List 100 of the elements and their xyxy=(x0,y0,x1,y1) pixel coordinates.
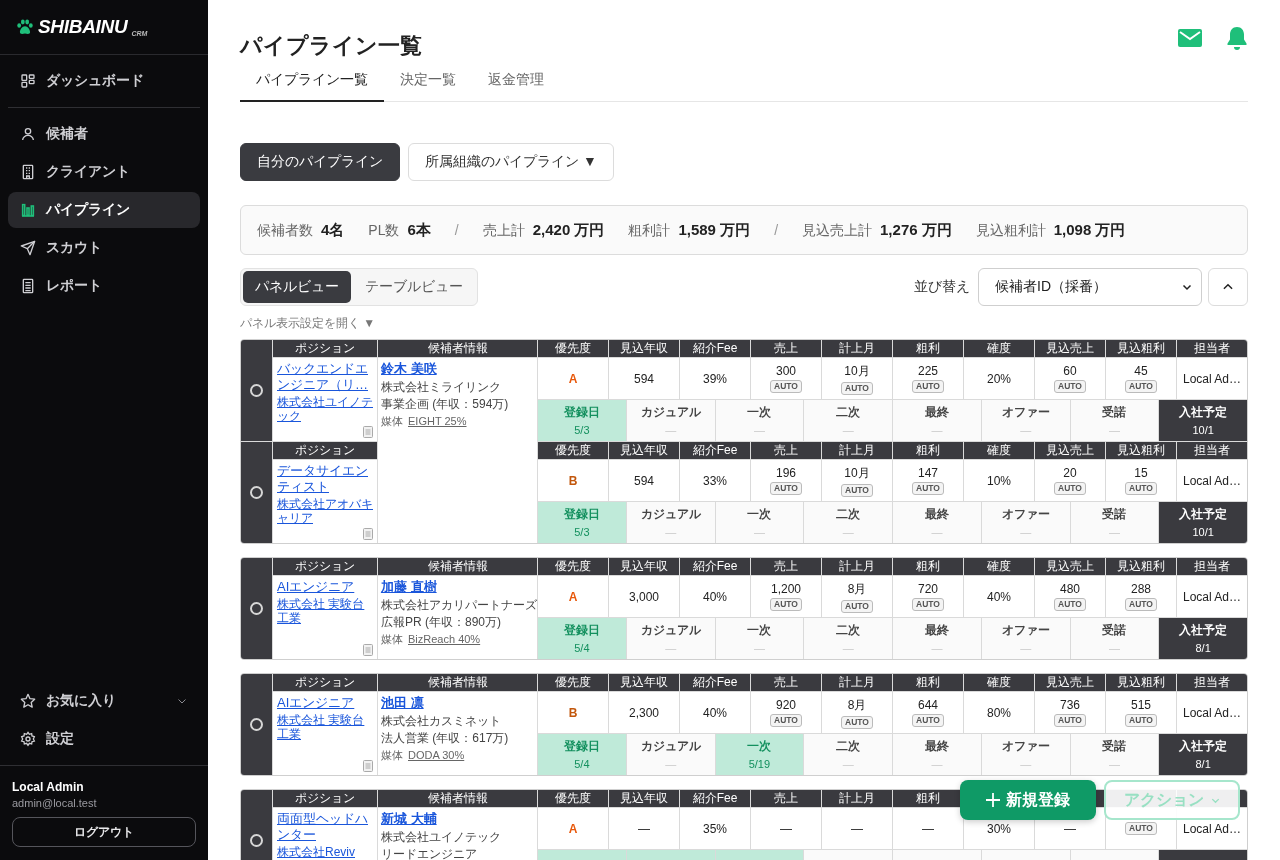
user-email: admin@local.test xyxy=(12,797,98,809)
candidate-link[interactable]: 池田 凛 xyxy=(381,695,424,711)
radio-button[interactable] xyxy=(250,602,263,615)
cell-value: 225 xyxy=(918,364,938,378)
logout-button[interactable]: ログアウト xyxy=(12,817,196,847)
scope-button[interactable]: 所属組織のパイプライン ▼ xyxy=(408,143,614,181)
client-link[interactable]: 株式会社 実験台工業 xyxy=(277,597,373,625)
stage-label: 受諾 xyxy=(1102,405,1127,420)
column-header: 計上月 xyxy=(822,442,892,459)
tab[interactable]: 決定一覧 xyxy=(384,60,472,102)
radio-button[interactable] xyxy=(250,486,263,499)
column-header: 紹介Fee xyxy=(680,340,750,357)
media-link[interactable]: EIGHT 25% xyxy=(408,415,467,428)
separator-text: / xyxy=(774,222,779,238)
mail-icon[interactable] xyxy=(1178,29,1202,47)
sort-select[interactable]: 候補者ID（採番） xyxy=(978,268,1202,306)
stage-label: 一次 xyxy=(747,405,772,420)
memo-icon[interactable] xyxy=(363,426,373,438)
auto-badge: AUTO xyxy=(841,381,873,395)
position-link[interactable]: AIエンジニア xyxy=(277,695,355,711)
nav-item[interactable]: レポート xyxy=(8,268,200,304)
stage-label: 最終 xyxy=(924,623,949,638)
stage-date: — xyxy=(842,526,854,538)
panel-settings-link[interactable]: パネル表示設定を開く ▼ xyxy=(240,315,1248,331)
stage-label: 登録日 xyxy=(563,405,600,420)
stage-label: 入社予定 xyxy=(1179,739,1228,754)
user-name: Local Admin xyxy=(12,780,85,794)
role-text: 事業企画 (年収：594万) xyxy=(381,397,509,411)
client-link[interactable]: 株式会社 実験台工業 xyxy=(277,713,373,741)
page-title: パイプライン一覧 xyxy=(240,32,422,60)
column-header: 担当者 xyxy=(1177,674,1247,691)
radio-button[interactable] xyxy=(250,834,263,847)
client-link[interactable]: 株式会社ユイノテック xyxy=(277,395,373,423)
separator-text: / xyxy=(454,222,459,238)
stage-date: — xyxy=(842,424,854,436)
media-link[interactable]: DODA 30% xyxy=(408,749,465,762)
auto-badge: AUTO xyxy=(1125,482,1157,495)
view-tab[interactable]: パネルビュー xyxy=(243,271,351,303)
position-link[interactable]: バックエンドエンジニア（リ… xyxy=(277,361,373,393)
candidate-link[interactable]: 鈴木 美咲 xyxy=(381,361,437,377)
auto-badge: AUTO xyxy=(912,380,944,393)
cell-value: 1,200 xyxy=(771,582,801,596)
candidate-link[interactable]: 加藤 直樹 xyxy=(381,579,437,595)
nav-item[interactable]: お気に入り xyxy=(8,683,200,719)
stage-date: 5/3 xyxy=(574,424,590,436)
table-cell: Local Ad… xyxy=(1177,692,1247,733)
radio-button[interactable] xyxy=(250,718,263,731)
nav-item[interactable]: パイプライン xyxy=(8,192,200,228)
priority-text: B xyxy=(568,473,578,488)
column-header: 粗利 xyxy=(893,340,963,357)
candidate-link[interactable]: 新城 大輔 xyxy=(381,811,437,827)
tab[interactable]: パイプライン一覧 xyxy=(240,60,384,102)
memo-icon[interactable] xyxy=(363,644,373,656)
radio-button[interactable] xyxy=(250,384,263,397)
position-link[interactable]: 両面型ヘッドハンター xyxy=(277,811,373,843)
paper-plane-icon xyxy=(20,240,36,256)
stage-label: オファー xyxy=(1001,739,1050,754)
nav-item[interactable]: 候補者 xyxy=(8,116,200,152)
position-link[interactable]: AIエンジニア xyxy=(277,579,355,595)
role-text: 広報PR (年収：890万) xyxy=(381,615,502,629)
column-header: 見込売上 xyxy=(1035,442,1105,459)
stat-value: 6本 xyxy=(407,220,431,240)
tab[interactable]: 返金管理 xyxy=(472,60,560,102)
building-icon xyxy=(20,164,36,180)
column-header: 優先度 xyxy=(538,442,608,459)
cell-value: 196 xyxy=(776,466,796,480)
bell-icon[interactable] xyxy=(1226,26,1248,50)
stage-label: カジュアル xyxy=(640,405,701,420)
nav-item[interactable]: ダッシュボード xyxy=(8,63,200,99)
auto-badge: AUTO xyxy=(1054,714,1086,727)
stage-date: 10/1 xyxy=(1192,424,1214,436)
stage-date: — xyxy=(1020,758,1032,770)
company-text: 株式会社ミライリンク xyxy=(381,380,501,394)
table-cell: — xyxy=(893,808,963,849)
client-link[interactable]: 株式会社アオバキャリア xyxy=(277,497,373,525)
position-link[interactable]: データサイエンティスト xyxy=(277,463,373,495)
stage-label: 最終 xyxy=(924,405,949,420)
sort-order-button[interactable] xyxy=(1208,268,1248,306)
column-header: 確度 xyxy=(964,442,1034,459)
stage-date: — xyxy=(665,758,677,770)
client-link[interactable]: 株式会社Reviv xyxy=(277,845,355,859)
column-header: 紹介Fee xyxy=(680,674,750,691)
memo-icon[interactable] xyxy=(363,528,373,540)
view-tab[interactable]: テーブルビュー xyxy=(353,271,475,303)
nav-item[interactable]: 設定 xyxy=(8,721,200,757)
nav-item[interactable]: クライアント xyxy=(8,154,200,190)
column-header: 売上 xyxy=(751,442,821,459)
stage-label: 登録日 xyxy=(563,739,600,754)
stage-label: 最終 xyxy=(924,739,949,754)
memo-icon[interactable] xyxy=(363,760,373,772)
priority-text: B xyxy=(568,705,578,720)
auto-badge: AUTO xyxy=(1054,598,1086,611)
company-text: 株式会社アカリパートナーズ xyxy=(381,598,537,612)
column-header: 担当者 xyxy=(1177,558,1247,575)
auto-badge: AUTO xyxy=(1125,380,1157,393)
media-link[interactable]: BizReach 40% xyxy=(408,633,481,646)
stage-label: 入社予定 xyxy=(1179,405,1228,420)
nav-item[interactable]: スカウト xyxy=(8,230,200,266)
create-button[interactable]: 新規登録 xyxy=(960,780,1096,820)
scope-button[interactable]: 自分のパイプライン xyxy=(240,143,400,181)
